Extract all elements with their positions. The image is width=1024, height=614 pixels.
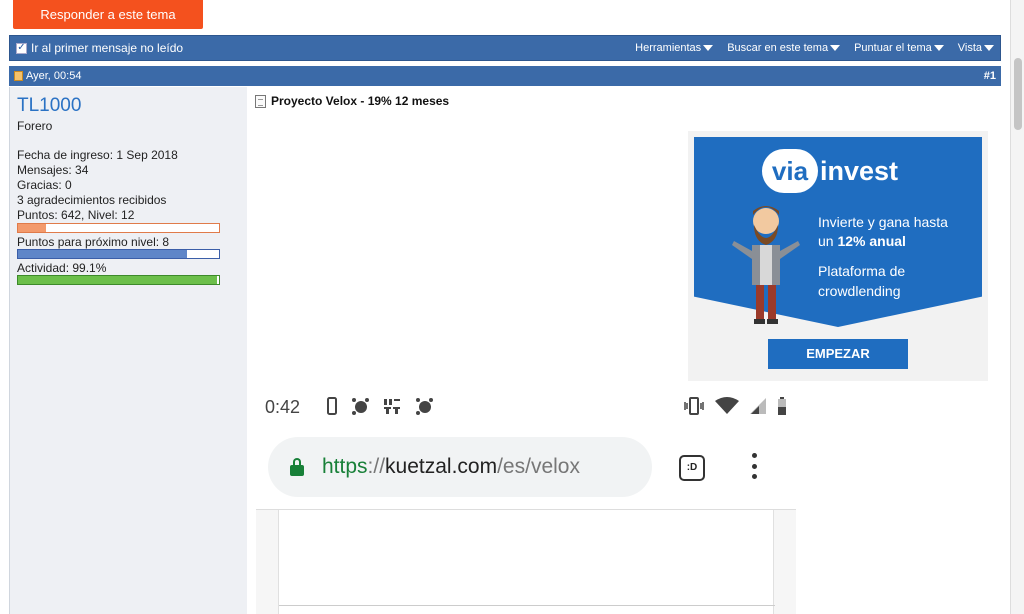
first-unread-label: Ir al primer mensaje no leído [31,41,184,55]
ad-line-2: un 12% anual [818,232,948,251]
ad-text-platform: Plataforma de crowdlending [818,261,905,301]
tools-menu-label: Herramientas [635,42,702,54]
user-stats: Fecha de ingreso: 1 Sep 2018 Mensajes: 3… [17,148,178,223]
phone-system-icons [683,397,787,415]
points-bar-fill [18,224,47,232]
search-thread-label: Buscar en este tema [727,42,829,54]
post-title: Proyecto Velox - 19% 12 meses [255,94,449,108]
user-info-panel: TL1000 Forero Fecha de ingreso: 1 Sep 20… [9,87,247,614]
rate-thread-menu[interactable]: Puntuar el tema [854,42,944,54]
tab-switcher-icon[interactable]: :D [679,455,705,481]
scrollbar-thumb[interactable] [1014,58,1022,130]
tools-menu[interactable]: Herramientas [635,42,714,54]
thanks-received: 3 agradecimientos recibidos [17,193,167,207]
ad-line-3: Plataforma de [818,263,906,279]
thanks-count: Gracias: 0 [17,178,72,192]
next-level-bar [17,249,220,259]
ifttt-icon [384,399,400,414]
checkbox-icon: ✓ [16,42,27,54]
signal-icon [750,398,766,414]
post-number-link[interactable]: #1 [984,70,996,82]
join-date: Fecha de ingreso: 1 Sep 2018 [17,148,178,162]
wifi-icon [715,397,739,414]
post-icon [14,71,23,81]
phone-page-inner [278,510,775,614]
next-level-bar-fill [18,250,187,258]
message-count: Mensajes: 34 [17,163,89,177]
more-options-icon[interactable] [751,453,757,479]
mascot-illustration [732,206,800,324]
activity-bar [17,275,220,285]
advertisement[interactable]: via invest Invierte y gana hasta un 12% … [688,131,988,381]
vibrate-icon [684,397,704,415]
url-separator: :// [367,455,386,478]
viainvest-logo: via invest [762,149,898,193]
search-thread-menu[interactable]: Buscar en este tema [727,42,841,54]
post-header: Ayer, 00:54 #1 [9,66,1001,86]
logo-via: via [762,149,818,193]
username-link[interactable]: TL1000 [17,95,81,117]
logo-invest: invest [820,155,899,186]
phone-status-icons [327,397,433,415]
view-menu-label: Vista [957,42,982,54]
activity-bar-fill [18,276,218,284]
caret-down-icon [984,45,994,51]
user-role: Forero [17,119,53,133]
embedded-phone-screenshot: 0:42 https://kuetzal.com/es/velox :D [247,387,807,614]
ad-line-2-text: un 12% anual [818,233,906,249]
url-scheme: https [322,455,368,478]
post-body: Proyecto Velox - 19% 12 meses via invest… [247,87,1001,614]
url-bar[interactable]: https://kuetzal.com/es/velox [268,437,652,497]
phone-page-content [256,509,796,614]
reply-button[interactable]: Responder a este tema [13,0,203,29]
caret-down-icon [933,45,944,51]
battery-icon [778,397,786,415]
phone-time: 0:42 [265,397,301,417]
ad-line-1: Invierte y gana hasta [818,214,948,230]
avast-icon-2 [416,398,433,415]
activity-label: Actividad: 99.1% [17,261,107,275]
thread-toolbar: ✓ Ir al primer mensaje no leído Herramie… [9,35,1001,61]
ad-line-4: crowdlending [818,283,901,299]
url-path: /es/velox [497,455,580,478]
phone-icon [327,397,337,415]
points-level: Puntos: 642, Nivel: 12 [17,208,135,222]
avast-icon [352,398,369,415]
ad-start-button[interactable]: EMPEZAR [768,339,908,369]
ad-text-invest: Invierte y gana hasta un 12% anual [818,213,948,251]
first-unread-link[interactable]: ✓ Ir al primer mensaje no leído [10,41,183,55]
url-domain: kuetzal.com [385,455,498,478]
page-scrollbar[interactable] [1010,0,1024,614]
caret-down-icon [830,45,841,51]
lock-icon [290,458,304,476]
rate-thread-label: Puntuar el tema [854,42,932,54]
points-bar [17,223,220,233]
post-title-text: Proyecto Velox - 19% 12 meses [271,94,450,108]
view-menu[interactable]: Vista [958,42,994,54]
document-icon [255,94,266,108]
post-date: Ayer, 00:54 [26,70,82,82]
caret-down-icon [703,45,714,51]
next-level-label: Puntos para próximo nivel: 8 [17,235,170,249]
